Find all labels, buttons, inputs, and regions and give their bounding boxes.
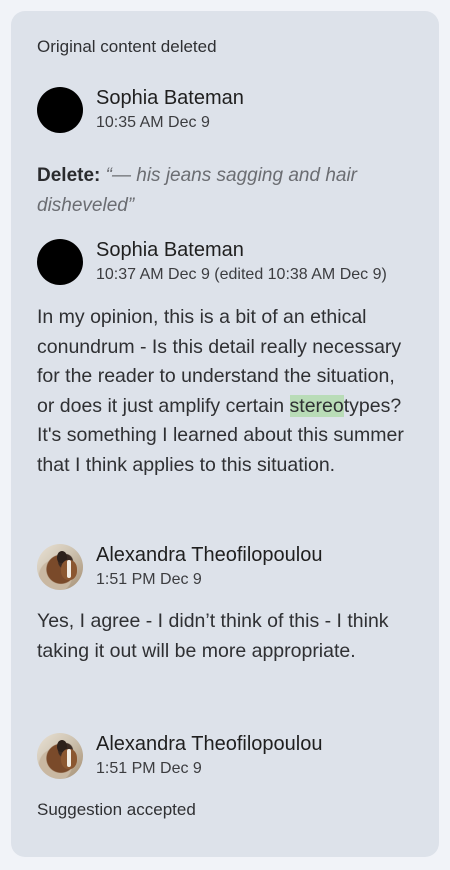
comment-timestamp: 1:51 PM Dec 9 [96,760,202,777]
comment-thread-card: Original content deleted Sophia Bateman … [11,11,439,857]
suggestion-status: Suggestion accepted [37,800,196,819]
delete-label: Delete: [37,165,101,186]
comment-header-4: Alexandra Theofilopoulou 1:51 PM Dec 9 [37,733,427,787]
comment-header-3: Alexandra Theofilopoulou 1:51 PM Dec 9 [37,544,427,598]
comment-author: Sophia Bateman [96,239,244,261]
suggestion-delete-description: Delete: “— his jeans sagging and hair di… [37,161,407,221]
comment-author: Alexandra Theofilopoulou [96,544,323,566]
avatar [37,239,83,285]
comment-header-1: Sophia Bateman 10:35 AM Dec 9 [37,87,427,141]
avatar [37,733,83,779]
comment-body: In my opinion, this is a bit of an ethic… [37,303,417,480]
avatar-photo-detail [67,749,71,767]
highlighted-text: stereo [289,394,344,417]
comment-author: Sophia Bateman [96,87,244,109]
comment-body: Yes, I agree - I didn’t think of this - … [37,610,389,662]
avatar [37,87,83,133]
comment-timestamp: 10:35 AM Dec 9 [96,114,210,131]
avatar-photo-detail [67,560,71,578]
comment-author: Alexandra Theofilopoulou [96,733,323,755]
comment-timestamp: 10:37 AM Dec 9 (edited 10:38 AM Dec 9) [96,266,387,283]
comment-header-2: Sophia Bateman 10:37 AM Dec 9 (edited 10… [37,239,427,293]
avatar [37,544,83,590]
thread-status-header: Original content deleted [37,37,217,56]
comment-timestamp: 1:51 PM Dec 9 [96,571,202,588]
